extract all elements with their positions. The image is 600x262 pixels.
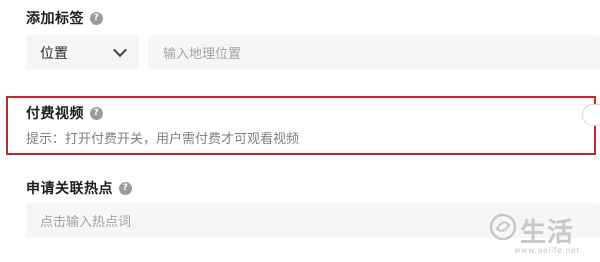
paid-video-section: 付费视频 ? 提示：打开付费开关，用户需付费才可观看视频 <box>6 96 600 155</box>
paid-video-heading: 付费视频 ? <box>26 103 103 123</box>
help-icon[interactable]: ? <box>90 106 103 120</box>
hotspot-heading: 申请关联热点 ? <box>26 178 132 198</box>
add-tags-heading: 添加标签 ? <box>26 8 103 28</box>
hotspot-title: 申请关联热点 <box>26 181 113 197</box>
paid-video-hint: 提示：打开付费开关，用户需付费才可观看视频 <box>26 132 300 147</box>
chevron-down-icon <box>112 42 128 58</box>
paid-video-title: 付费视频 <box>26 106 84 122</box>
watermark: 生活 www.aelife.net <box>488 208 596 258</box>
watermark-url: www.aelife.net <box>514 246 581 255</box>
help-icon[interactable]: ? <box>119 181 132 195</box>
watermark-text: 生活 <box>520 218 575 248</box>
location-type-select[interactable]: 位置 <box>26 35 139 70</box>
location-input[interactable]: 输入地理位置 <box>148 35 600 70</box>
paid-video-toggle[interactable] <box>582 104 600 126</box>
location-type-label: 位置 <box>40 45 68 62</box>
watermark-logo-icon <box>489 213 517 241</box>
location-input-placeholder: 输入地理位置 <box>163 47 242 62</box>
add-tags-title: 添加标签 <box>26 11 84 27</box>
location-row: 位置 输入地理位置 <box>26 35 600 70</box>
help-icon[interactable]: ? <box>90 11 103 25</box>
hotspot-input-placeholder: 点击输入热点词 <box>40 215 132 230</box>
